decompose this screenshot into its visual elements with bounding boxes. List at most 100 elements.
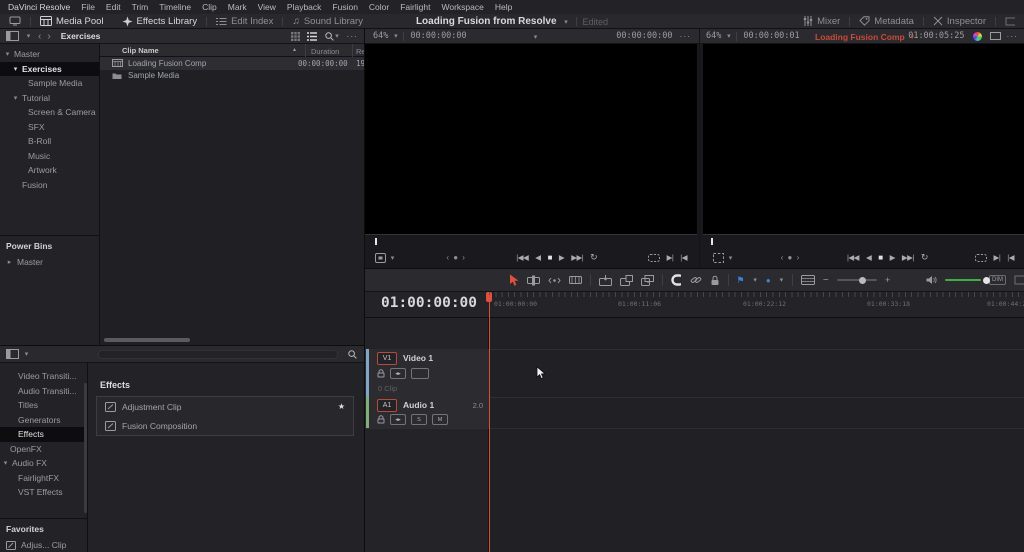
fx-category-titles[interactable]: Titles [0, 398, 87, 413]
bin-fusion[interactable]: Fusion [0, 178, 99, 193]
effects-library-button[interactable]: Effects Library [113, 14, 207, 28]
source-zoom-level[interactable]: 64% [373, 31, 388, 41]
color-viewer-icon[interactable] [973, 32, 982, 41]
horizontal-scrollbar[interactable] [104, 338, 190, 342]
zoom-out-button[interactable]: − [823, 275, 829, 286]
effect-fusion-composition[interactable]: Fusion Composition [97, 416, 353, 435]
menu-clip[interactable]: Clip [202, 2, 217, 12]
mute-toggle[interactable]: M [432, 414, 448, 425]
dim-audio-button[interactable]: DIM [989, 275, 1006, 285]
overwrite-clip-button[interactable] [620, 275, 633, 286]
lock-track-icon[interactable] [377, 369, 385, 378]
thumbnail-view-icon[interactable] [291, 32, 300, 41]
menu-file[interactable]: File [81, 2, 95, 12]
stop-button[interactable]: ■ [878, 253, 882, 262]
source-timecode[interactable]: 00:00:00:00 [410, 31, 466, 41]
menu-edit[interactable]: Edit [106, 2, 121, 12]
last-frame-button[interactable]: ▶▶| [902, 253, 914, 262]
auto-select-toggle[interactable]: ◂▸ [390, 368, 406, 379]
bin-broll[interactable]: B-Roll [0, 134, 99, 149]
back-button[interactable]: ‹ [38, 31, 41, 42]
marker-button[interactable]: ● [766, 276, 771, 285]
menu-trim[interactable]: Trim [132, 2, 149, 12]
dynamic-trim-tool[interactable] [548, 276, 561, 285]
column-clip-name[interactable]: Clip Name [122, 46, 159, 55]
timeline-view-mode-button[interactable]: ▾ [713, 253, 734, 263]
timeline-view-options-button[interactable] [801, 275, 815, 285]
match-frame-in-button[interactable]: |◀ [1007, 253, 1014, 262]
menu-workspace[interactable]: Workspace [441, 2, 483, 12]
menu-fusion[interactable]: Fusion [332, 2, 358, 12]
chevron-down-icon[interactable]: ▾ [334, 32, 341, 40]
play-button[interactable]: ▶ [890, 253, 895, 262]
fx-category-audio-fx[interactable]: ▾ Audio FX [0, 456, 87, 471]
flag-button[interactable]: ⚑ [736, 275, 744, 286]
timeline-ruler[interactable]: 01:00:00:00 01:00:00:00 01:00:11:06 01:0… [365, 292, 1024, 318]
play-reverse-button[interactable]: ◀ [866, 253, 871, 262]
more-options-button[interactable]: ··· [680, 31, 692, 41]
bin-sfx[interactable]: SFX [0, 120, 99, 135]
source-clip-dropdown[interactable]: ▾ [532, 33, 539, 41]
edit-index-button[interactable]: Edit Index [207, 14, 282, 28]
menu-playback[interactable]: Playback [287, 2, 322, 12]
effect-adjustment-clip[interactable]: Adjustment Clip ★ [97, 397, 353, 416]
snapping-magnet-toggle[interactable] [671, 274, 682, 286]
insert-clip-button[interactable] [599, 275, 612, 286]
match-frame-out-button[interactable]: ▶| [994, 253, 1001, 262]
play-button[interactable]: ▶ [559, 253, 564, 262]
menu-fairlight[interactable]: Fairlight [400, 2, 430, 12]
remote-monitor-icon[interactable] [0, 14, 30, 28]
selection-mode-tool[interactable] [509, 274, 519, 287]
power-bin-master[interactable]: ▸ Master [6, 257, 43, 267]
menu-app[interactable]: DaVinci Resolve [8, 2, 70, 12]
bin-exercises-selected[interactable]: ▾ Exercises [0, 62, 99, 77]
bin-artwork[interactable]: Artwork [0, 163, 99, 178]
fx-category-vst-effects[interactable]: VST Effects [0, 485, 87, 500]
linked-selection-toggle[interactable] [690, 274, 702, 286]
bin-music[interactable]: Music [0, 149, 99, 164]
blade-edit-mode-tool[interactable] [569, 275, 582, 285]
list-view-icon[interactable] [307, 32, 317, 41]
mixer-button[interactable]: Mixer [794, 16, 849, 27]
more-options-button[interactable]: ··· [347, 31, 359, 41]
timeline-viewer-canvas[interactable] [703, 44, 1024, 234]
inspector-button[interactable]: Inspector [924, 16, 995, 27]
column-divider[interactable] [305, 44, 306, 57]
fx-category-audio-transitions[interactable]: Audio Transiti... [0, 384, 87, 399]
replace-clip-button[interactable] [641, 275, 654, 286]
media-pool-button[interactable]: Media Pool [31, 14, 113, 28]
fx-category-openfx[interactable]: OpenFX [0, 442, 87, 457]
clip-row-sample-media[interactable]: Sample Media [100, 70, 364, 83]
sidebar-toggle-icon[interactable] [6, 31, 19, 41]
bin-screen-camera[interactable]: Screen & Camera [0, 105, 99, 120]
timeline-viewer-timecode[interactable]: 00:00:00:01 [743, 31, 799, 41]
zoom-in-button[interactable]: + [885, 275, 890, 285]
timeline-clip-selector[interactable]: Loading Fusion Comp ▾ [815, 29, 916, 44]
disable-track-toggle[interactable] [411, 368, 429, 379]
favorite-star-icon[interactable]: ★ [338, 402, 345, 411]
chevron-down-icon[interactable]: ▾ [25, 32, 32, 40]
more-options-button[interactable]: ··· [1007, 31, 1019, 41]
dual-monitor-icon[interactable] [990, 32, 1001, 40]
forward-button[interactable]: › [47, 31, 50, 42]
position-lock-toggle[interactable] [710, 275, 720, 286]
search-icon[interactable] [325, 32, 334, 41]
chevron-down-icon[interactable]: ▾ [725, 32, 732, 40]
lock-track-icon[interactable] [377, 415, 385, 424]
bin-tutorial[interactable]: ▾ Tutorial [0, 91, 99, 106]
panel-divider[interactable] [364, 29, 365, 552]
loop-button[interactable]: ↻ [921, 252, 928, 263]
menu-timeline[interactable]: Timeline [159, 2, 191, 12]
fx-category-effects-selected[interactable]: Effects [0, 427, 87, 442]
chevron-down-icon[interactable]: ▾ [779, 276, 784, 284]
metadata-button[interactable]: Metadata [850, 16, 923, 27]
last-frame-button[interactable]: ▶▶| [571, 253, 583, 262]
vertical-scrollbar[interactable] [84, 383, 87, 513]
column-duration[interactable]: Duration [311, 47, 339, 56]
clipped-panel-icon[interactable] [996, 17, 1024, 26]
timeline-viewer-scrub-bar[interactable] [703, 234, 1024, 247]
sidebar-toggle-icon[interactable] [6, 349, 19, 359]
chevron-down-icon[interactable]: ▾ [23, 350, 30, 358]
fx-category-video-transitions[interactable]: Video Transiti... [0, 369, 87, 384]
source-view-mode-button[interactable]: ▾ [375, 253, 396, 263]
